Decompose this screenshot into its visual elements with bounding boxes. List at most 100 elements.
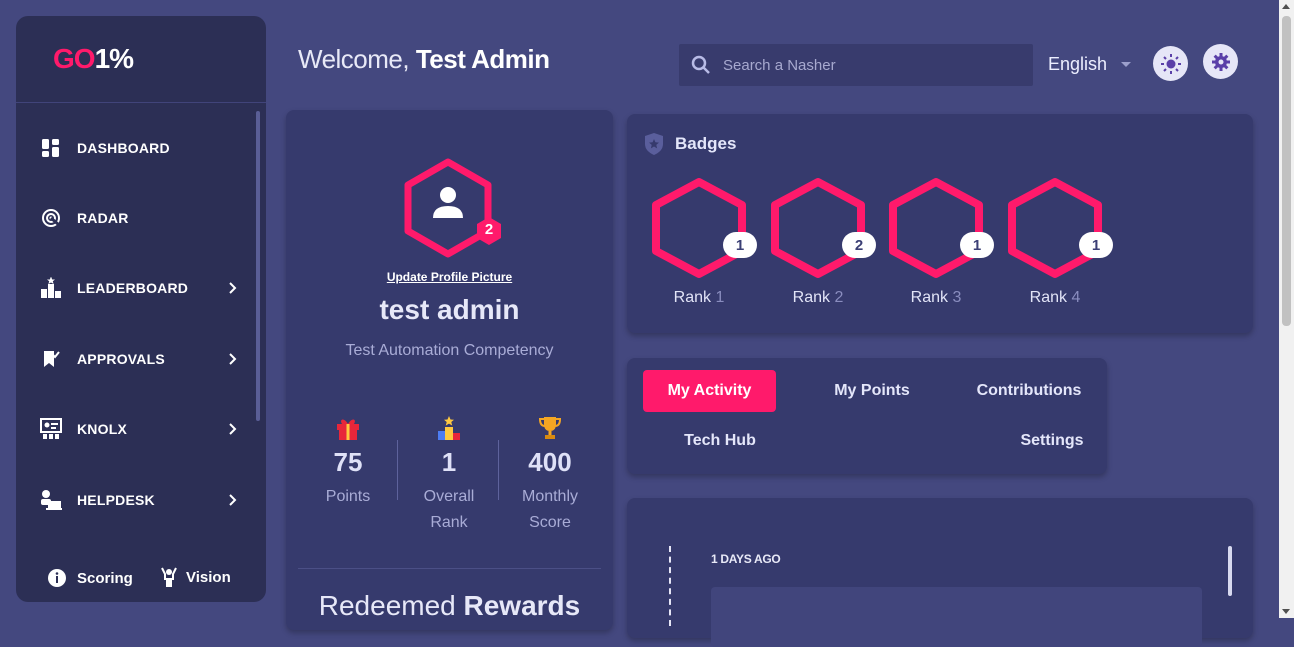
scoring-label: Scoring [77, 569, 133, 587]
stat-divider [498, 440, 499, 500]
activity-tabs-card: My Activity My Points Contributions Tech… [627, 358, 1107, 474]
search-input[interactable] [721, 55, 1021, 75]
trophy-icon [500, 415, 600, 441]
redeemed-bold: Rewards [463, 590, 581, 621]
badge-rank-2[interactable]: 2 Rank 2 [770, 176, 880, 306]
update-profile-picture-link[interactable]: Update Profile Picture [286, 270, 613, 284]
hexagon-avatar-frame [404, 158, 501, 258]
points-value: 75 [333, 447, 363, 477]
chevron-right-icon [226, 420, 240, 438]
hexagon-badge-icon [1008, 178, 1102, 278]
sidebar-item-label: RADAR [77, 210, 129, 226]
welcome-heading: Welcome, Test Admin [298, 44, 550, 75]
sidebar-item-knolx[interactable]: KNOLX [40, 414, 240, 444]
sidebar-item-label: KNOLX [77, 421, 127, 437]
badges-header: Badges [643, 132, 736, 156]
badge-label: Rank 1 [673, 289, 725, 306]
settings-button[interactable] [1203, 44, 1238, 79]
gift-icon [298, 415, 398, 441]
badge-rank-1[interactable]: 1 Rank 1 [651, 176, 761, 306]
page-scrollbar-thumb[interactable] [1282, 16, 1291, 326]
dashboard-icon [40, 137, 62, 159]
sun-icon [1160, 53, 1182, 75]
badge-label: Rank 2 [792, 289, 844, 306]
badge-label: Rank 3 [910, 289, 962, 306]
knolx-icon [40, 418, 62, 440]
hexagon-badge-icon [652, 178, 746, 278]
logo-percent-text: 1% [94, 43, 134, 74]
sidebar-scrollbar[interactable] [256, 111, 260, 421]
activity-feed-card: 1 DAYS AGO [627, 498, 1253, 647]
sidebar: GO 1% DASHBOARD RADAR LEADERBOARD APPROVA… [16, 16, 266, 602]
sidebar-item-label: LEADERBOARD [77, 280, 189, 296]
vision-label: Vision [186, 568, 231, 586]
welcome-prefix: Welcome, [298, 44, 410, 74]
logo-go-text: GO [53, 43, 96, 74]
podium-icon [399, 415, 499, 441]
sidebar-item-helpdesk[interactable]: HELPDESK [40, 485, 240, 515]
badges-card: Badges 1 Rank 1 2 Rank 2 1 Rank 3 1 Rank… [627, 114, 1253, 333]
overall-rank-label: Overall Rank [423, 488, 475, 531]
scoring-link[interactable]: Scoring [47, 568, 133, 588]
badge-count: 2 [842, 232, 876, 258]
activity-item[interactable] [711, 587, 1202, 647]
search-bar[interactable] [679, 44, 1033, 86]
sidebar-item-approvals[interactable]: APPROVALS [40, 344, 240, 374]
tab-my-activity[interactable]: My Activity [643, 370, 776, 412]
timeline-line [669, 546, 671, 626]
sidebar-item-label: HELPDESK [77, 492, 155, 508]
sidebar-item-leaderboard[interactable]: LEADERBOARD [40, 273, 240, 303]
tab-settings[interactable]: Settings [1007, 420, 1097, 462]
chevron-right-icon [226, 350, 240, 368]
scroll-up-arrow-icon[interactable] [1282, 4, 1290, 9]
welcome-user-name: Test Admin [415, 44, 550, 74]
radar-icon [40, 207, 62, 229]
badge-count: 1 [723, 232, 757, 258]
tab-tech-hub[interactable]: Tech Hub [667, 420, 773, 462]
leaderboard-icon [40, 277, 62, 299]
gear-icon [1211, 52, 1231, 72]
monthly-score-label: Monthly Score [521, 488, 579, 531]
divider [298, 568, 601, 569]
language-select[interactable]: English [1048, 54, 1132, 75]
badge-rank-4[interactable]: 1 Rank 4 [1007, 176, 1117, 306]
info-icon [47, 568, 67, 588]
sidebar-item-label: APPROVALS [77, 351, 165, 367]
approvals-icon [40, 348, 62, 370]
chevron-right-icon [226, 279, 240, 297]
sidebar-item-radar[interactable]: RADAR [40, 203, 240, 233]
badge-count: 1 [960, 232, 994, 258]
logo[interactable]: GO 1% [16, 16, 266, 103]
language-value: English [1048, 54, 1108, 74]
badge-label: Rank 4 [1029, 289, 1081, 306]
helpdesk-icon [40, 489, 62, 511]
activity-scrollbar[interactable] [1228, 546, 1232, 596]
chevron-right-icon [226, 491, 240, 509]
caret-down-icon [1121, 61, 1132, 68]
hexagon-badge-icon [771, 178, 865, 278]
points-label: Points [325, 488, 371, 505]
sidebar-item-dashboard[interactable]: DASHBOARD [40, 133, 240, 163]
stat-divider [397, 440, 398, 500]
profile-competency: Test Automation Competency [345, 342, 554, 359]
stat-monthly-score: 400 Monthly Score [500, 415, 600, 536]
page-scrollbar[interactable] [1279, 0, 1294, 618]
badges-title: Badges [675, 134, 737, 153]
sidebar-footer: Scoring Vision [16, 566, 266, 596]
monthly-score-value: 400 [528, 447, 572, 477]
sidebar-item-label: DASHBOARD [77, 140, 170, 156]
vision-link[interactable]: Vision [160, 566, 231, 588]
overall-rank-value: 1 [441, 447, 457, 477]
theme-toggle-button[interactable] [1153, 46, 1188, 81]
scroll-down-arrow-icon[interactable] [1282, 609, 1290, 614]
tab-contributions[interactable]: Contributions [967, 370, 1091, 412]
profile-avatar[interactable]: 2 [400, 156, 510, 266]
vision-icon [160, 566, 178, 588]
profile-level-badge: 2 [484, 221, 494, 238]
search-icon [691, 55, 711, 75]
redeemed-rewards-heading: Redeemed Rewards [286, 590, 613, 622]
tab-my-points[interactable]: My Points [817, 370, 927, 412]
shield-star-icon [643, 132, 665, 156]
profile-name: test admin [379, 294, 520, 325]
badge-rank-3[interactable]: 1 Rank 3 [888, 176, 998, 306]
